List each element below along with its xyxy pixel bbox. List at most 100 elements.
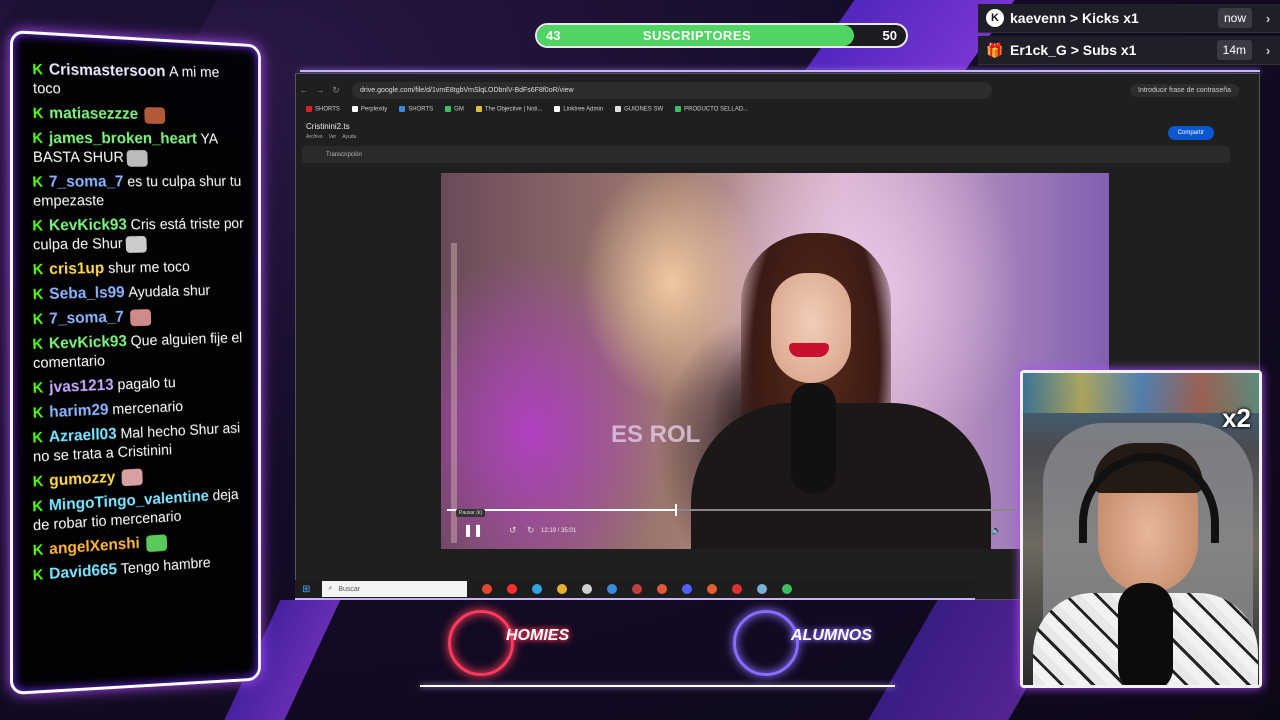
taskbar-app-icon[interactable] bbox=[482, 584, 493, 594]
taskbar-app-icon[interactable] bbox=[757, 584, 768, 594]
chat-message: Kjames_broken_heart YA BASTA SHUR bbox=[32, 129, 250, 167]
taskbar-app-icon[interactable] bbox=[532, 584, 543, 594]
chat-username[interactable]: matiasezzze bbox=[49, 105, 138, 123]
transcript-bar[interactable]: Transcripción bbox=[302, 146, 1230, 163]
chat-username[interactable]: harim29 bbox=[49, 402, 109, 421]
kick-badge-icon: K bbox=[32, 61, 44, 79]
chevron-right-icon: › bbox=[1265, 42, 1271, 58]
kick-badge-icon: K bbox=[32, 566, 44, 585]
taskbar-app-icon[interactable] bbox=[732, 584, 743, 594]
event-text: kaevenn > Kicks x1 bbox=[1010, 10, 1139, 26]
bookmark-item[interactable]: SHORTS bbox=[399, 105, 433, 112]
bookmark-item[interactable]: Linktree Admin bbox=[554, 105, 604, 113]
chat-text: mercenario bbox=[112, 398, 184, 419]
bookmark-label: GM bbox=[454, 106, 464, 113]
video-time: 12:19 / 35:01 bbox=[541, 528, 577, 534]
subscriber-goal-bar: 43 SUSCRIPTORES 50 bbox=[535, 23, 908, 48]
chat-username[interactable]: angelXenshi bbox=[49, 535, 140, 558]
chat-username[interactable]: Azraell03 bbox=[49, 426, 117, 446]
chat-username[interactable]: 7_soma_7 bbox=[49, 174, 124, 191]
bookmark-item[interactable]: PRODUCTO SELLAD... bbox=[675, 105, 748, 112]
chat-username[interactable]: james_broken_heart bbox=[49, 130, 198, 147]
chat-username[interactable]: David665 bbox=[49, 561, 117, 583]
bookmark-item[interactable]: Perplexity bbox=[351, 105, 387, 112]
event-text: Er1ck_G > Subs x1 bbox=[1010, 42, 1137, 58]
volume-icon[interactable]: 🔈 bbox=[991, 525, 1002, 536]
chat-username[interactable]: Seba_ls99 bbox=[49, 284, 125, 303]
transcript-label: Transcripción bbox=[326, 151, 362, 158]
webcam-feed: x2 bbox=[1020, 370, 1262, 688]
video-person-face bbox=[771, 273, 851, 383]
emote-icon bbox=[146, 533, 168, 552]
menu-archivo[interactable]: Archivo bbox=[306, 134, 323, 140]
bookmark-item[interactable]: GM bbox=[445, 105, 464, 113]
taskbar-app-icon[interactable] bbox=[657, 584, 668, 594]
chat-username[interactable]: cris1up bbox=[49, 260, 105, 278]
chat-username[interactable]: gumozzy bbox=[49, 469, 116, 489]
bookmark-favicon-icon bbox=[399, 105, 406, 112]
chat-message: K 7_soma_7 bbox=[32, 305, 249, 330]
bookmark-item[interactable]: SHORTS bbox=[306, 105, 340, 112]
chat-text: Tengo hambre bbox=[120, 554, 211, 578]
windows-start-icon[interactable]: ⊞ bbox=[302, 584, 310, 595]
emote-icon bbox=[121, 468, 144, 486]
bookmark-label: Linktree Admin bbox=[563, 106, 604, 113]
alumnos-logo-text: ALUMNOS bbox=[791, 627, 872, 644]
taskbar-app-icon[interactable] bbox=[707, 584, 718, 594]
chat-message-list: K Crismastersoon A mi me toco Kmatiasezzze K… bbox=[32, 56, 250, 584]
menu-ver[interactable]: Ver bbox=[329, 134, 337, 140]
taskbar-app-icon[interactable] bbox=[682, 584, 693, 594]
drive-file-name: Cristinini2.ts bbox=[306, 122, 350, 131]
chat-panel: K Crismastersoon A mi me toco Kmatiasezzze K… bbox=[10, 30, 261, 695]
taskbar-app-icon[interactable] bbox=[632, 584, 643, 594]
chat-message: K KevKick93 Cris está triste por culpa de … bbox=[32, 214, 250, 254]
taskbar-app-icon[interactable] bbox=[507, 584, 518, 594]
kick-badge-icon: K bbox=[32, 472, 44, 491]
video-progress-handle[interactable] bbox=[675, 504, 677, 516]
emote-icon bbox=[125, 235, 147, 253]
rewind-icon[interactable]: ↺ bbox=[509, 525, 517, 536]
forward-icon[interactable]: ↻ bbox=[527, 525, 535, 536]
taskbar-app-icon[interactable] bbox=[582, 584, 593, 594]
chat-username[interactable]: jvas1213 bbox=[49, 377, 114, 396]
reload-icon[interactable]: ↻ bbox=[328, 85, 344, 96]
subscriber-goal-label: SUSCRIPTORES bbox=[642, 28, 752, 43]
taskbar-app-icon[interactable] bbox=[557, 584, 568, 594]
kick-badge-icon: K bbox=[32, 261, 44, 279]
taskbar-app-icon[interactable] bbox=[607, 584, 618, 594]
webcam-microphone bbox=[1118, 583, 1173, 685]
bookmark-favicon-icon bbox=[445, 105, 452, 112]
chat-username[interactable]: Crismastersoon bbox=[49, 61, 166, 80]
windows-taskbar: ⊞ ⌕ Buscar bbox=[295, 580, 975, 600]
chat-text: shur me toco bbox=[107, 258, 191, 277]
taskbar-search-input[interactable]: ⌕ Buscar bbox=[322, 581, 468, 597]
taskbar-app-icon[interactable] bbox=[782, 584, 793, 594]
glow-divider bbox=[420, 685, 895, 687]
video-progress-bar[interactable] bbox=[447, 504, 1017, 516]
menu-ayuda[interactable]: Ayuda bbox=[342, 134, 356, 140]
emote-icon bbox=[126, 149, 148, 167]
bookmark-favicon-icon bbox=[554, 105, 561, 112]
glow-divider bbox=[300, 70, 1260, 72]
chat-username[interactable]: 7_soma_7 bbox=[49, 309, 124, 328]
chat-username[interactable]: KevKick93 bbox=[49, 217, 128, 235]
event-time: 14m bbox=[1216, 40, 1252, 60]
bookmark-item[interactable]: GUIONES SW bbox=[615, 105, 663, 112]
chat-username[interactable]: KevKick93 bbox=[49, 333, 128, 352]
bookmark-favicon-icon bbox=[351, 105, 358, 112]
kick-badge-icon: K bbox=[32, 379, 44, 397]
forward-icon[interactable]: → bbox=[312, 85, 328, 95]
share-button[interactable]: Compartir bbox=[1167, 126, 1214, 140]
password-prompt-button[interactable]: Introducir frase de contraseña bbox=[1130, 83, 1239, 97]
pause-icon[interactable]: ❚❚ bbox=[463, 523, 483, 537]
kick-badge-icon: K bbox=[32, 129, 44, 147]
video-player[interactable]: ES ROL Pausar (k) ❚❚ ↺ ↻ 12:19 / 35:01 🔈 bbox=[441, 173, 1109, 549]
video-sign: ES ROL bbox=[611, 421, 701, 448]
taskbar-search-placeholder: Buscar bbox=[338, 585, 361, 593]
bookmark-favicon-icon bbox=[675, 105, 682, 112]
back-icon[interactable]: ← bbox=[296, 85, 312, 95]
bookmark-item[interactable]: The Objective | Noti... bbox=[475, 105, 542, 112]
drive-file-menu: Archivo Ver Ayuda bbox=[306, 134, 356, 140]
address-bar[interactable]: drive.google.com/file/d/1vmE8tgbVmSlqLOD… bbox=[352, 81, 992, 99]
kick-badge-icon: K bbox=[32, 335, 44, 354]
